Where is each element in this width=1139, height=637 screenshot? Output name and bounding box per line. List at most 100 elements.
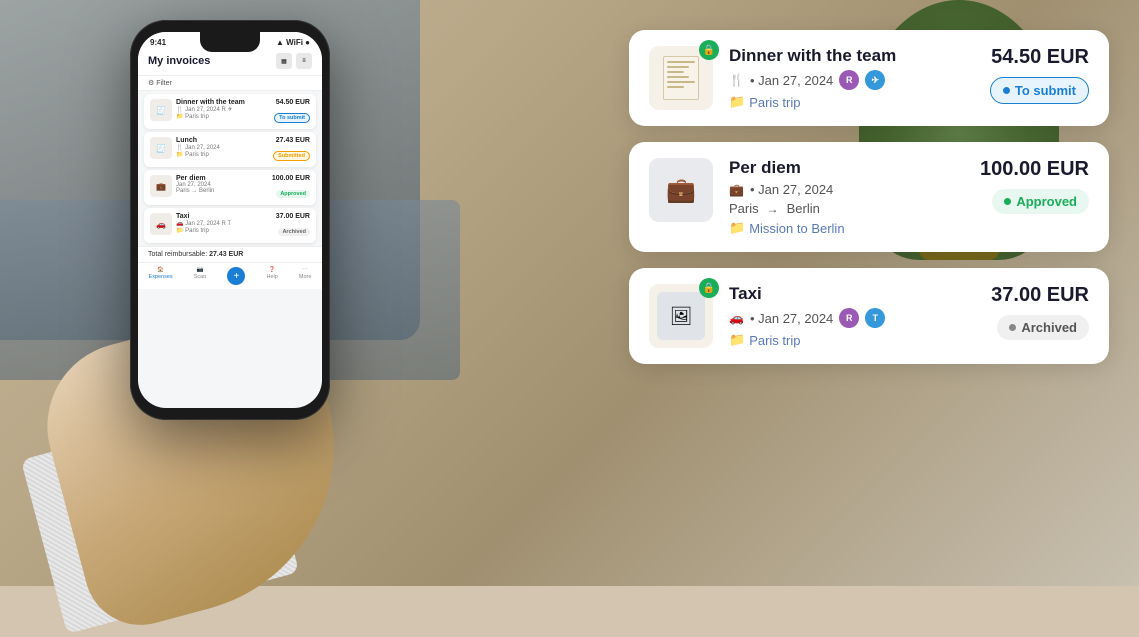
phone-time: 9:41 [150,38,166,47]
phone-item-folder-dinner: 📁 Paris trip [176,113,270,120]
phone-item-info-dinner: Dinner with the team 🍴 Jan 27, 2024 R ✈ … [176,99,270,120]
add-fab[interactable]: + [227,267,245,285]
card-folder-dinner: 📁 Paris trip [729,94,974,110]
card-thumb-perdiem: 💼 [649,158,713,222]
phone-filter-bar[interactable]: ⚙ Filter [138,76,322,91]
phone-item-amount-perdiem: 100.00 EUR [272,175,310,182]
phone-item-route-perdiem: Paris → Berlin [176,188,268,194]
meta-date-taxi: • Jan 27, 2024 [750,311,833,326]
phone-item-name-dinner: Dinner with the team [176,99,270,106]
card-title-taxi: Taxi [729,284,975,304]
phone-item-right-dinner: 54.50 EUR To submit [274,99,310,124]
folder-icon-dinner: 📁 [729,94,745,110]
card-right-perdiem: 100.00 EUR Approved [980,158,1089,214]
nav-expenses[interactable]: 🏠 Expenses [149,267,173,285]
meta-icon-dinner: 🍴 [729,73,744,87]
status-badge-taxi[interactable]: Archived [997,315,1089,340]
nav-more-label: More [299,274,312,280]
cards-container: 🔒 Dinner with the team 🍴 • Jan 27, 2024 … [629,30,1109,364]
list-view-button[interactable]: ≡ [296,53,312,69]
card-right-dinner: 54.50 EUR To submit [990,46,1089,104]
phone-item-amount-dinner: 54.50 EUR [274,99,310,106]
status-label-dinner: To submit [1015,83,1076,98]
meta-badge-r-dinner: R [839,70,859,90]
receipt-line [667,66,689,68]
route-to-perdiem: Berlin [787,201,820,216]
phone-badge-dinner: To submit [274,113,310,123]
lock-badge-dinner: 🔒 [699,40,719,60]
card-body-perdiem: Per diem 💼 • Jan 27, 2024 Paris → Berlin… [729,158,964,236]
grid-view-button[interactable]: ▦ [276,53,292,69]
meta-badge-t-taxi: T [865,308,885,328]
filter-icon: ⚙ [148,80,156,87]
receipt-line [667,81,695,83]
card-title-perdiem: Per diem [729,158,964,178]
card-perdiem[interactable]: 💼 Per diem 💼 • Jan 27, 2024 Paris → Berl… [629,142,1109,252]
phone-badge-taxi: Archived [278,228,310,236]
phone-item-perdiem[interactable]: 💼 Per diem Jan 27, 2024 Paris → Berlin 1… [144,170,316,205]
card-meta-perdiem: 💼 • Jan 27, 2024 [729,182,964,197]
card-taxi[interactable]: 🖼 🔒 Taxi 🚗 • Jan 27, 2024 R T 📁 Paris tr… [629,268,1109,364]
card-meta-taxi: 🚗 • Jan 27, 2024 R T [729,308,975,328]
nav-scan[interactable]: 📷 Scan [194,267,207,285]
meta-badge-flight-dinner: ✈ [865,70,885,90]
phone-item-amount-lunch: 27.43 EUR [273,137,310,144]
receipt-icon-dinner [663,56,699,100]
total-amount: 27.43 EUR [209,251,243,258]
phone-item-info-taxi: Taxi 🚗 Jan 27, 2024 R T 📁 Paris trip [176,213,272,234]
meta-badge-r-taxi: R [839,308,859,328]
phone-nav: 🏠 Expenses 📷 Scan + ❓ Help ⋯ More [138,262,322,289]
meta-date-perdiem: • Jan 27, 2024 [750,182,833,197]
nav-more[interactable]: ⋯ More [299,267,312,285]
card-title-dinner: Dinner with the team [729,46,974,66]
phone-area: 9:41 ▲ WiFi ● My invoices ▦ ≡ ⚙ Filter [130,20,330,420]
folder-label-taxi: Paris trip [749,333,800,348]
phone-item-dinner[interactable]: 🧾 Dinner with the team 🍴 Jan 27, 2024 R … [144,94,316,129]
folder-icon-perdiem: 📁 [729,220,745,236]
phone-item-right-perdiem: 100.00 EUR Approved [272,175,310,200]
status-label-taxi: Archived [1021,320,1077,335]
phone-item-right-taxi: 37.00 EUR Archived [276,213,310,238]
folder-label-perdiem: Mission to Berlin [749,221,844,236]
nav-scan-icon: 📷 [197,267,204,273]
nav-scan-label: Scan [194,274,207,280]
receipt-line [667,76,689,78]
phone-status-icons: ▲ WiFi ● [276,38,310,47]
status-dot-dinner [1003,87,1010,94]
nav-add[interactable]: + [227,267,245,285]
phone-item-lunch[interactable]: 🧾 Lunch 🍴 Jan 27, 2024 📁 Paris trip 27.4… [144,132,316,167]
phone-item-taxi[interactable]: 🚗 Taxi 🚗 Jan 27, 2024 R T 📁 Paris trip 3… [144,208,316,243]
status-badge-dinner[interactable]: To submit [990,77,1089,104]
card-route-perdiem: Paris → Berlin [729,201,964,216]
phone-notch [200,32,260,52]
phone-item-name-taxi: Taxi [176,213,272,220]
route-arrow-perdiem: → [767,202,779,216]
receipt-line [667,86,684,88]
receipt-line [667,61,695,63]
phone-item-name-lunch: Lunch [176,137,269,144]
card-amount-perdiem: 100.00 EUR [980,158,1089,181]
phone-header-icons: ▦ ≡ [276,53,312,69]
phone-item-thumb-dinner: 🧾 [150,99,172,121]
phone-item-folder-lunch: 📁 Paris trip [176,151,269,158]
nav-expenses-icon: 🏠 [157,267,164,273]
card-folder-perdiem: 📁 Mission to Berlin [729,220,964,236]
card-thumb-dinner: 🔒 [649,46,713,110]
phone-item-info-lunch: Lunch 🍴 Jan 27, 2024 📁 Paris trip [176,137,269,158]
nav-help-label: Help [266,274,277,280]
status-badge-perdiem[interactable]: Approved [992,189,1089,214]
status-dot-taxi [1009,324,1016,331]
phone-badge-lunch: Submitted [273,151,310,161]
card-thumb-taxi: 🖼 🔒 [649,284,713,348]
filter-label: Filter [156,80,172,87]
receipt-line [667,71,684,73]
meta-icon-taxi: 🚗 [729,311,744,325]
nav-help[interactable]: ❓ Help [266,267,277,285]
phone-bottom-total: Total reimbursable: 27.43 EUR [138,246,322,262]
phone-title: My invoices [148,55,210,67]
phone-invoice-list[interactable]: 🧾 Dinner with the team 🍴 Jan 27, 2024 R … [138,91,322,246]
phone-item-sub-dinner: 🍴 Jan 27, 2024 R ✈ [176,106,270,113]
nav-expenses-label: Expenses [149,274,173,280]
card-dinner[interactable]: 🔒 Dinner with the team 🍴 • Jan 27, 2024 … [629,30,1109,126]
phone-screen: 9:41 ▲ WiFi ● My invoices ▦ ≡ ⚙ Filter [138,32,322,408]
